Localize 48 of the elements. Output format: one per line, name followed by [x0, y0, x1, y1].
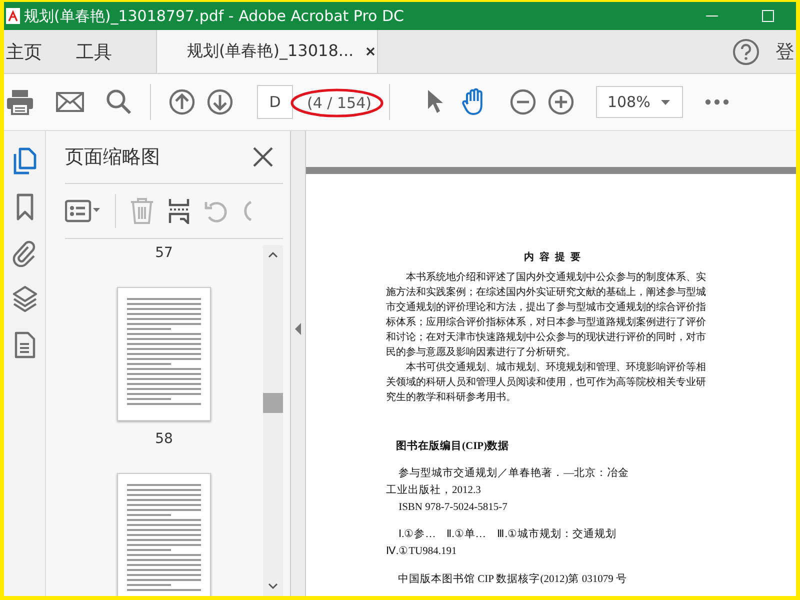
layers-icon[interactable]: [12, 285, 38, 313]
cip-heading: 图书在版编目(CIP)数据: [396, 439, 510, 453]
document-icon[interactable]: [14, 331, 36, 359]
bookmark-icon[interactable]: [16, 193, 34, 221]
paragraph: 本书系统地介绍和评述了国内外交通规划中公众参与的制度体系、实施方法和实践案例；在综述国内外实证研究文献的基础上，阐述参与型城市交通规划的评价理论和方法，提出了参与型城市交通规划的综合评价指标体系；应用综合评价指标体系，对日本参与型道路规划案例进行了评价和讨论；在对天津市快速路规划中公众参与的现状进行评价的同时，对市民的参与意愿及影响因素进行了分析研究。: [386, 270, 707, 360]
more-icon[interactable]: [705, 99, 730, 105]
maximize-icon: [762, 10, 774, 22]
previous-page-icon[interactable]: [169, 89, 195, 115]
cip-number: 中国版本图书馆 CIP 数据核字(2012)第 031079 号: [398, 572, 628, 586]
page-count: (4 / 154): [307, 94, 372, 112]
zoom-out-icon[interactable]: [510, 89, 536, 115]
pdf-app-icon: [6, 8, 20, 24]
search-icon[interactable]: [106, 89, 132, 115]
options-icon[interactable]: [65, 199, 101, 223]
document-tab[interactable]: 规划(单春艳)_13018...: [156, 30, 378, 73]
scroll-up-icon[interactable]: [268, 251, 278, 258]
page-number-field[interactable]: D: [257, 85, 293, 119]
panel-title: 页面缩略图: [65, 145, 160, 170]
page-heading: 内 容 提 要: [522, 250, 582, 264]
window-title: 规划(单春艳)_13018797.pdf - Adobe Acrobat Pro DC: [24, 6, 404, 26]
email-icon[interactable]: [56, 92, 84, 112]
print-icon[interactable]: [6, 89, 34, 115]
pointer-icon[interactable]: [426, 89, 444, 115]
close-icon[interactable]: [366, 47, 375, 56]
sign-in-button[interactable]: 登: [774, 30, 796, 73]
page-thumbnail[interactable]: [117, 473, 211, 596]
scroll-down-icon[interactable]: [268, 583, 278, 590]
paperclip-icon[interactable]: [12, 239, 38, 267]
zoom-in-icon[interactable]: [548, 89, 574, 115]
page-number: 57: [155, 245, 173, 261]
close-icon[interactable]: [253, 147, 273, 167]
scroll-thumb[interactable]: [263, 393, 283, 413]
page-number: 58: [155, 431, 173, 447]
nav-tab[interactable]: 工具: [56, 30, 126, 73]
cip-entry: ISBN 978-7-5024-5815-7: [398, 501, 508, 515]
zoom-dropdown[interactable]: 108%: [596, 86, 684, 118]
paragraph: 本书可供交通规划、城市规划、环境规划和管理、环境影响评价等相关领域的科研人员和管理人员阅读和使用，也可作为高等院校相关专业研究生的教学和科研参考用书。: [386, 360, 707, 405]
next-page-icon[interactable]: [207, 89, 233, 115]
scrollbar[interactable]: [263, 245, 283, 596]
collapse-arrow-icon[interactable]: [295, 322, 301, 334]
page-thumbnails-icon[interactable]: [12, 147, 36, 175]
cip-entry: 参与型城市交通规划／单春艳著．—北京：冶金工业出版社，2012.3: [386, 466, 630, 498]
page-thumbnail[interactable]: [117, 287, 211, 421]
insert-page-icon[interactable]: [168, 198, 190, 224]
help-icon[interactable]: [732, 38, 760, 66]
caret-icon: [661, 100, 670, 104]
nav-tab[interactable]: 主页: [4, 30, 56, 73]
cip-entry: Ⅰ.①参… Ⅱ.①单… Ⅲ.①城市规划：交通规划Ⅳ.①TU984.191: [386, 527, 618, 559]
